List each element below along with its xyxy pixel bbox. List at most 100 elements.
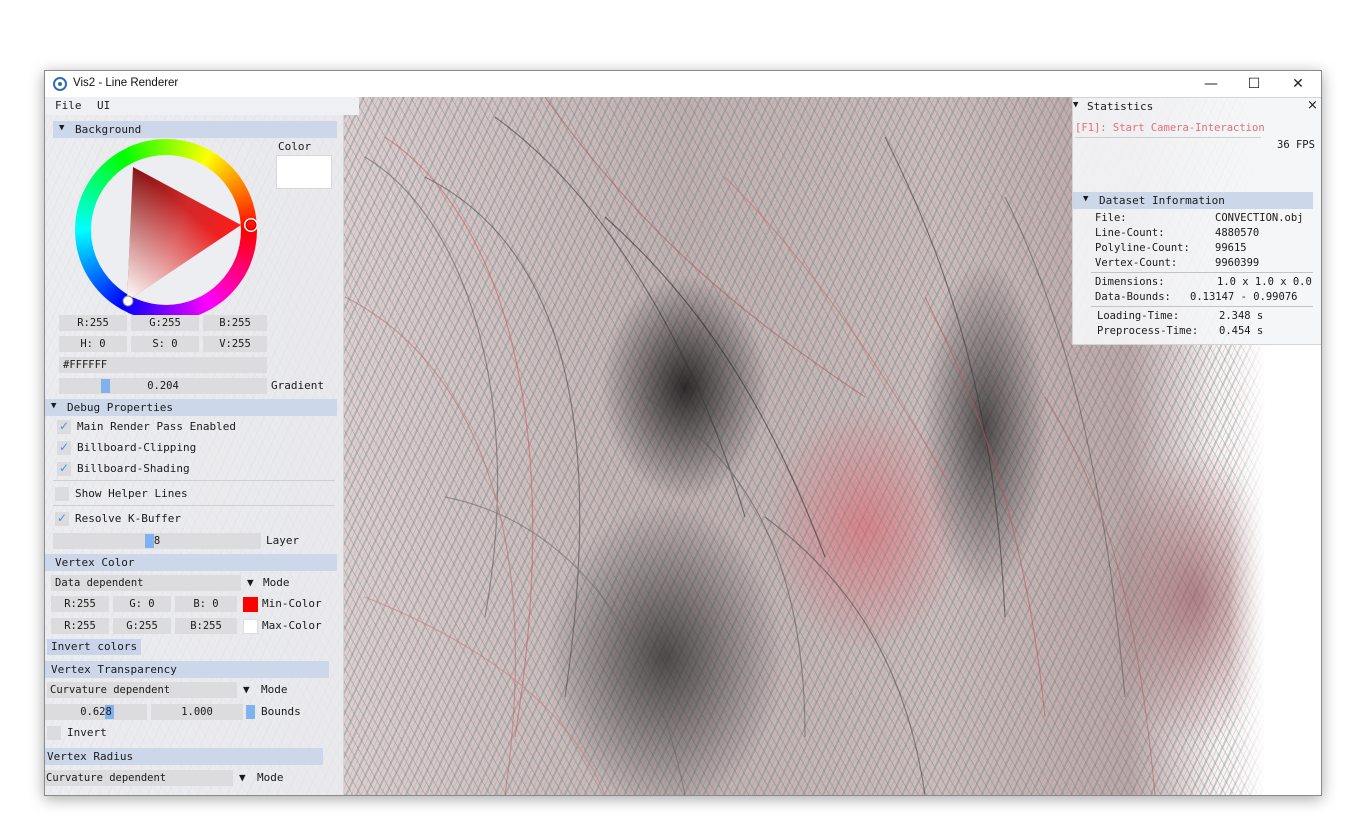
min-color-swatch[interactable] xyxy=(243,597,258,612)
billboard-shading-label: Billboard-Shading xyxy=(77,462,190,475)
min-blue-field[interactable]: B: 0 xyxy=(175,596,237,612)
transparency-bound-low[interactable]: 0.628 xyxy=(45,704,147,720)
layer-value: 8 xyxy=(153,535,161,547)
stat-key-vertex-count: Vertex-Count: xyxy=(1095,257,1178,269)
title-bar[interactable]: Vis2 - Line Renderer — ☐ ✕ xyxy=(45,71,1321,97)
section-debug-title: Debug Properties xyxy=(67,401,173,414)
triangle-down-icon: ▼ xyxy=(51,401,57,411)
stat-key-polyline-count: Polyline-Count: xyxy=(1095,242,1190,254)
background-color-swatch[interactable] xyxy=(276,155,332,189)
billboard-shading-checkbox[interactable] xyxy=(57,461,71,476)
show-helper-lines-checkbox[interactable] xyxy=(55,487,69,501)
section-background-title: Background xyxy=(75,123,142,136)
stat-key-dimensions: Dimensions: xyxy=(1095,276,1165,288)
divider xyxy=(1091,272,1313,273)
stat-value-file: CONVECTION.obj xyxy=(1215,212,1304,224)
vertex-transparency-mode-select[interactable]: Curvature dependent xyxy=(47,682,237,698)
app-logo-icon xyxy=(53,77,67,91)
maximize-button[interactable]: ☐ xyxy=(1232,71,1276,97)
triangle-down-icon: ▼ xyxy=(1083,194,1089,204)
window-title: Vis2 - Line Renderer xyxy=(73,77,179,89)
section-vertex-radius-title: Vertex Radius xyxy=(47,750,134,763)
bg-blue-field[interactable]: B:255 xyxy=(203,315,267,331)
max-red-field[interactable]: R:255 xyxy=(51,618,109,634)
show-helper-lines-label: Show Helper Lines xyxy=(75,487,188,500)
menu-file[interactable]: File xyxy=(55,99,82,112)
billboard-clipping-checkbox[interactable] xyxy=(57,440,71,455)
invert-transparency-checkbox[interactable] xyxy=(47,726,61,740)
transparency-bound-low-value: 0.628 xyxy=(80,706,112,718)
close-button[interactable]: ✕ xyxy=(1276,71,1320,97)
min-red-field[interactable]: R:255 xyxy=(51,596,109,612)
vertex-color-mode-label: Mode xyxy=(263,576,290,589)
section-vertex-transparency-title: Vertex Transparency xyxy=(51,663,177,676)
vertex-radius-mode-label: Mode xyxy=(257,771,284,784)
bg-sat-field[interactable]: S: 0 xyxy=(131,336,199,352)
vertex-transparency-mode-label: Mode xyxy=(261,683,288,696)
billboard-clipping-label: Billboard-Clipping xyxy=(77,441,197,454)
triangle-down-icon: ▼ xyxy=(59,123,65,133)
divider xyxy=(53,480,335,481)
section-vertex-color[interactable]: ▼ Vertex Color xyxy=(45,554,337,571)
bg-green-field[interactable]: G:255 xyxy=(131,315,199,331)
statistics-window: ▼ Statistics × [F1]: Start Camera-Intera… xyxy=(1072,97,1321,345)
resolve-kbuffer-label: Resolve K-Buffer xyxy=(75,512,181,525)
color-label: Color xyxy=(278,140,312,153)
statistics-close-button[interactable]: × xyxy=(1307,98,1318,113)
bg-red-field[interactable]: R:255 xyxy=(59,315,127,331)
vertex-color-mode-select[interactable]: Data dependent xyxy=(51,575,241,591)
camera-interaction-hint: [F1]: Start Camera-Interaction xyxy=(1075,122,1265,134)
menu-bar: File UI xyxy=(45,97,359,115)
stat-key-line-count: Line-Count: xyxy=(1095,227,1165,239)
invert-colors-button[interactable]: Invert colors xyxy=(47,639,142,655)
layer-label: Layer xyxy=(266,534,300,547)
layer-slider[interactable]: 8 xyxy=(53,533,261,549)
bg-hex-field[interactable]: #FFFFFF xyxy=(59,357,267,373)
min-green-field[interactable]: G: 0 xyxy=(113,596,171,612)
dataset-info-header[interactable]: ▼ Dataset Information xyxy=(1073,192,1313,209)
stat-value-preprocess-time: 0.454 s xyxy=(1219,325,1264,337)
max-color-swatch[interactable] xyxy=(243,619,258,634)
stat-key-file: File: xyxy=(1095,212,1127,224)
stat-value-dimensions: 1.0 x 1.0 x 0.0 xyxy=(1217,276,1312,288)
fps-counter: 36 FPS xyxy=(1277,139,1315,151)
chevron-down-icon[interactable]: ▼ xyxy=(239,771,246,784)
max-color-label: Max-Color xyxy=(262,619,322,632)
stat-value-line-count: 4880570 xyxy=(1215,227,1260,239)
stat-value-polyline-count: 99615 xyxy=(1215,242,1247,254)
min-color-label: Min-Color xyxy=(262,597,322,610)
stat-key-data-bounds: Data-Bounds: xyxy=(1095,291,1171,303)
menu-ui[interactable]: UI xyxy=(97,99,110,112)
chevron-down-icon[interactable]: ▼ xyxy=(243,683,250,696)
chevron-down-icon[interactable]: ▼ xyxy=(247,576,254,589)
triangle-down-icon: ▼ xyxy=(1073,100,1079,110)
slider-grab-handle[interactable] xyxy=(145,534,154,548)
section-vertex-color-title: Vertex Color xyxy=(55,556,135,569)
stat-value-data-bounds: 0.13147 - 0.99076 xyxy=(1190,291,1298,303)
section-vertex-transparency[interactable]: ▼ Vertex Transparency xyxy=(45,661,329,678)
max-blue-field[interactable]: B:255 xyxy=(175,618,237,634)
bg-val-field[interactable]: V:255 xyxy=(203,336,267,352)
max-green-field[interactable]: G:255 xyxy=(113,618,171,634)
section-debug[interactable]: ▼ Debug Properties xyxy=(45,399,337,416)
app-window: Vis2 - Line Renderer — ☐ ✕ File UI ▼ Bac… xyxy=(44,70,1322,796)
statistics-header[interactable]: ▼ Statistics × xyxy=(1073,98,1321,115)
bg-hue-field[interactable]: H: 0 xyxy=(59,336,127,352)
main-render-pass-checkbox[interactable] xyxy=(57,419,71,434)
resolve-kbuffer-checkbox[interactable] xyxy=(55,511,69,526)
transparency-bound-high[interactable]: 1.000 xyxy=(151,704,243,720)
slider-grab-handle[interactable] xyxy=(101,379,110,393)
minimize-button[interactable]: — xyxy=(1189,71,1233,97)
section-background[interactable]: ▼ Background xyxy=(53,121,337,138)
section-vertex-radius[interactable]: ▼ Vertex Radius xyxy=(45,748,323,765)
stat-key-preprocess-time: Preprocess-Time: xyxy=(1097,325,1199,337)
stat-key-loading-time: Loading-Time: xyxy=(1097,310,1180,322)
saturation-value-triangle[interactable] xyxy=(75,139,257,321)
gradient-slider[interactable]: 0.204 xyxy=(59,378,267,394)
dataset-info-title: Dataset Information xyxy=(1099,194,1225,207)
gradient-label: Gradient xyxy=(271,379,324,392)
slider-grab-handle[interactable] xyxy=(246,705,255,719)
vertex-radius-mode-select[interactable]: Curvature dependent xyxy=(45,770,233,786)
main-render-pass-label: Main Render Pass Enabled xyxy=(77,420,236,433)
invert-transparency-label: Invert xyxy=(67,726,107,739)
